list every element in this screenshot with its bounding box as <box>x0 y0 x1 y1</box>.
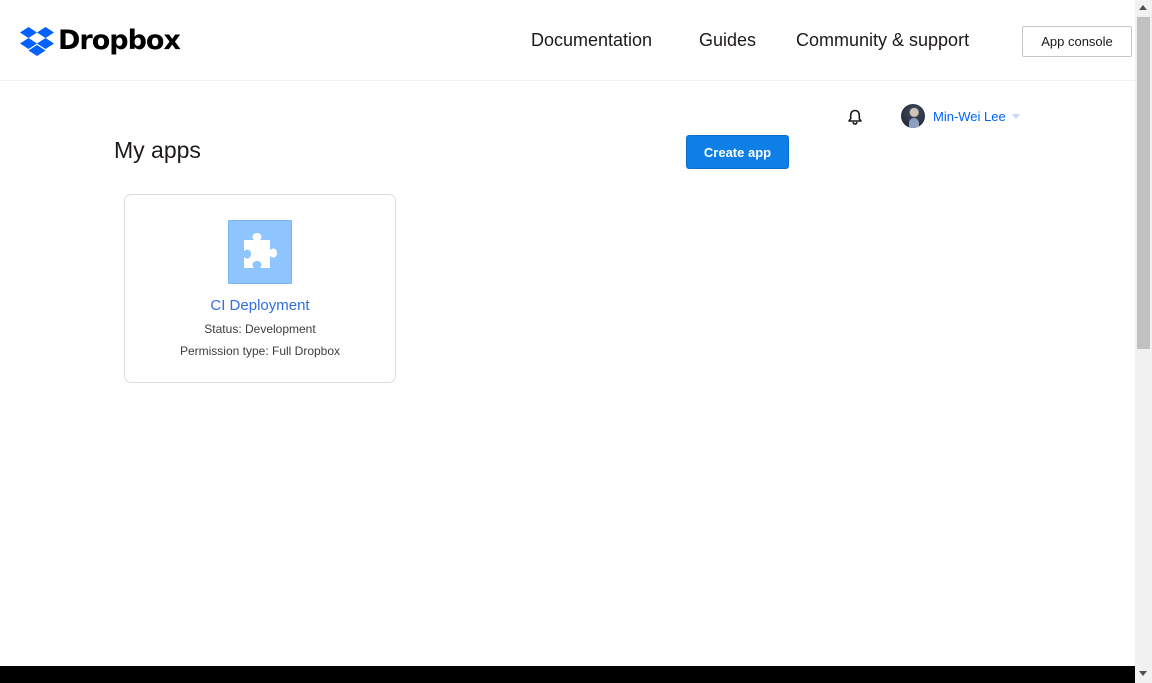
app-card[interactable]: CI Deployment Status: Development Permis… <box>124 194 396 383</box>
user-menu[interactable]: Min-Wei Lee <box>901 104 1020 128</box>
dropbox-logo-icon <box>20 27 54 56</box>
top-navigation: Dropbox Documentation Guides Community &… <box>0 0 1135 81</box>
avatar <box>901 104 925 128</box>
scroll-thumb[interactable] <box>1137 17 1150 349</box>
nav-community-support[interactable]: Community & support <box>796 30 969 51</box>
scroll-down-arrow-icon[interactable] <box>1139 671 1147 676</box>
app-console-button[interactable]: App console <box>1022 26 1132 57</box>
scroll-up-arrow-icon[interactable] <box>1139 5 1147 10</box>
chevron-down-icon <box>1011 113 1020 119</box>
app-permission: Permission type: Full Dropbox <box>179 344 341 358</box>
bell-icon[interactable] <box>846 108 864 126</box>
logo-wordmark: Dropbox <box>58 25 181 56</box>
bottom-bar <box>0 666 1135 683</box>
dropbox-logo[interactable]: Dropbox <box>20 25 181 56</box>
puzzle-piece-icon <box>228 220 292 284</box>
page-title: My apps <box>114 137 201 163</box>
vertical-scrollbar[interactable] <box>1135 0 1152 683</box>
app-name-link[interactable]: CI Deployment <box>125 297 395 314</box>
nav-guides[interactable]: Guides <box>699 30 756 51</box>
app-status: Status: Development <box>204 322 316 336</box>
user-name: Min-Wei Lee <box>933 108 1006 124</box>
nav-documentation[interactable]: Documentation <box>531 30 652 51</box>
create-app-button[interactable]: Create app <box>686 135 789 169</box>
